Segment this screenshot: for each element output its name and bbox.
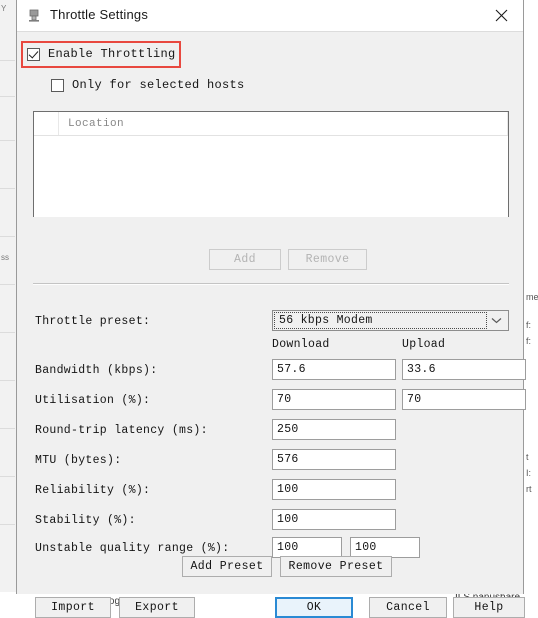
import-button[interactable]: Import (35, 597, 111, 618)
background-left-rows (0, 0, 15, 606)
remove-host-button[interactable]: Remove (288, 249, 367, 270)
enable-throttling-row[interactable]: Enable Throttling (27, 47, 176, 61)
throttle-app-icon (26, 8, 42, 24)
enable-throttling-label: Enable Throttling (48, 47, 176, 61)
remove-preset-button[interactable]: Remove Preset (280, 556, 392, 577)
background-right-text-4: t (526, 452, 529, 462)
mtu-input[interactable] (272, 449, 396, 470)
reliability-label: Reliability (%): (35, 484, 151, 497)
throttle-preset-value-box: 56 kbps Modem (274, 312, 487, 329)
ok-button[interactable]: OK (275, 597, 353, 618)
utilisation-upload-input[interactable] (402, 389, 526, 410)
background-right-text-5: I: (526, 468, 532, 478)
hosts-list-header: Location (34, 112, 508, 136)
background-left-label-y: Y (1, 4, 7, 13)
stability-input[interactable] (272, 509, 396, 530)
add-preset-button[interactable]: Add Preset (182, 556, 272, 577)
only-selected-hosts-label: Only for selected hosts (72, 78, 245, 92)
enable-throttling-checkbox[interactable] (27, 47, 40, 61)
background-right-panel (523, 0, 538, 606)
cancel-button[interactable]: Cancel (369, 597, 447, 618)
help-button[interactable]: Help (453, 597, 525, 618)
utilisation-label: Utilisation (%): (35, 394, 151, 407)
stability-label: Stability (%): (35, 514, 136, 527)
throttle-preset-select[interactable]: 56 kbps Modem (272, 310, 509, 331)
round-trip-latency-label: Round-trip latency (ms): (35, 424, 208, 437)
hosts-column-location-label: Location (68, 117, 125, 130)
mtu-label: MTU (bytes): (35, 454, 122, 467)
unstable-quality-range-label: Unstable quality range (%): (35, 542, 230, 555)
close-icon[interactable] (479, 0, 523, 30)
bandwidth-label: Bandwidth (kbps): (35, 364, 158, 377)
download-column-header: Download (272, 338, 330, 351)
hosts-list[interactable]: Location (33, 111, 509, 217)
background-left-text: ss (1, 253, 9, 262)
bandwidth-download-input[interactable] (272, 359, 396, 380)
background-right-text-6: rt (526, 484, 532, 494)
dialog-titlebar: Throttle Settings (17, 0, 523, 32)
background-right-text-1: me (526, 292, 538, 302)
add-host-button[interactable]: Add (209, 249, 281, 270)
upload-column-header: Upload (402, 338, 446, 351)
hosts-list-body[interactable] (34, 136, 508, 217)
only-selected-hosts-row[interactable]: Only for selected hosts (51, 78, 245, 92)
unstable-quality-range-max-input[interactable] (350, 537, 420, 558)
background-right-text-2: f: (526, 320, 532, 330)
reliability-input[interactable] (272, 479, 396, 500)
throttle-preset-value: 56 kbps Modem (279, 314, 373, 327)
chevron-down-icon[interactable] (486, 311, 506, 330)
hosts-column-selector[interactable] (34, 112, 59, 135)
only-selected-hosts-checkbox[interactable] (51, 78, 64, 92)
export-button[interactable]: Export (119, 597, 195, 618)
dialog-title: Throttle Settings (50, 7, 149, 22)
dialog-body: Enable Throttling Only for selected host… (17, 32, 526, 618)
bandwidth-upload-input[interactable] (402, 359, 526, 380)
utilisation-download-input[interactable] (272, 389, 396, 410)
throttle-settings-dialog: Throttle Settings Enable Throttling Only… (16, 0, 526, 618)
unstable-quality-range-min-input[interactable] (272, 537, 342, 558)
hosts-column-location[interactable]: Location (59, 112, 508, 135)
throttle-preset-label: Throttle preset: (35, 315, 151, 328)
round-trip-latency-input[interactable] (272, 419, 396, 440)
background-right-text-3: f: (526, 336, 532, 346)
section-divider (33, 283, 509, 285)
